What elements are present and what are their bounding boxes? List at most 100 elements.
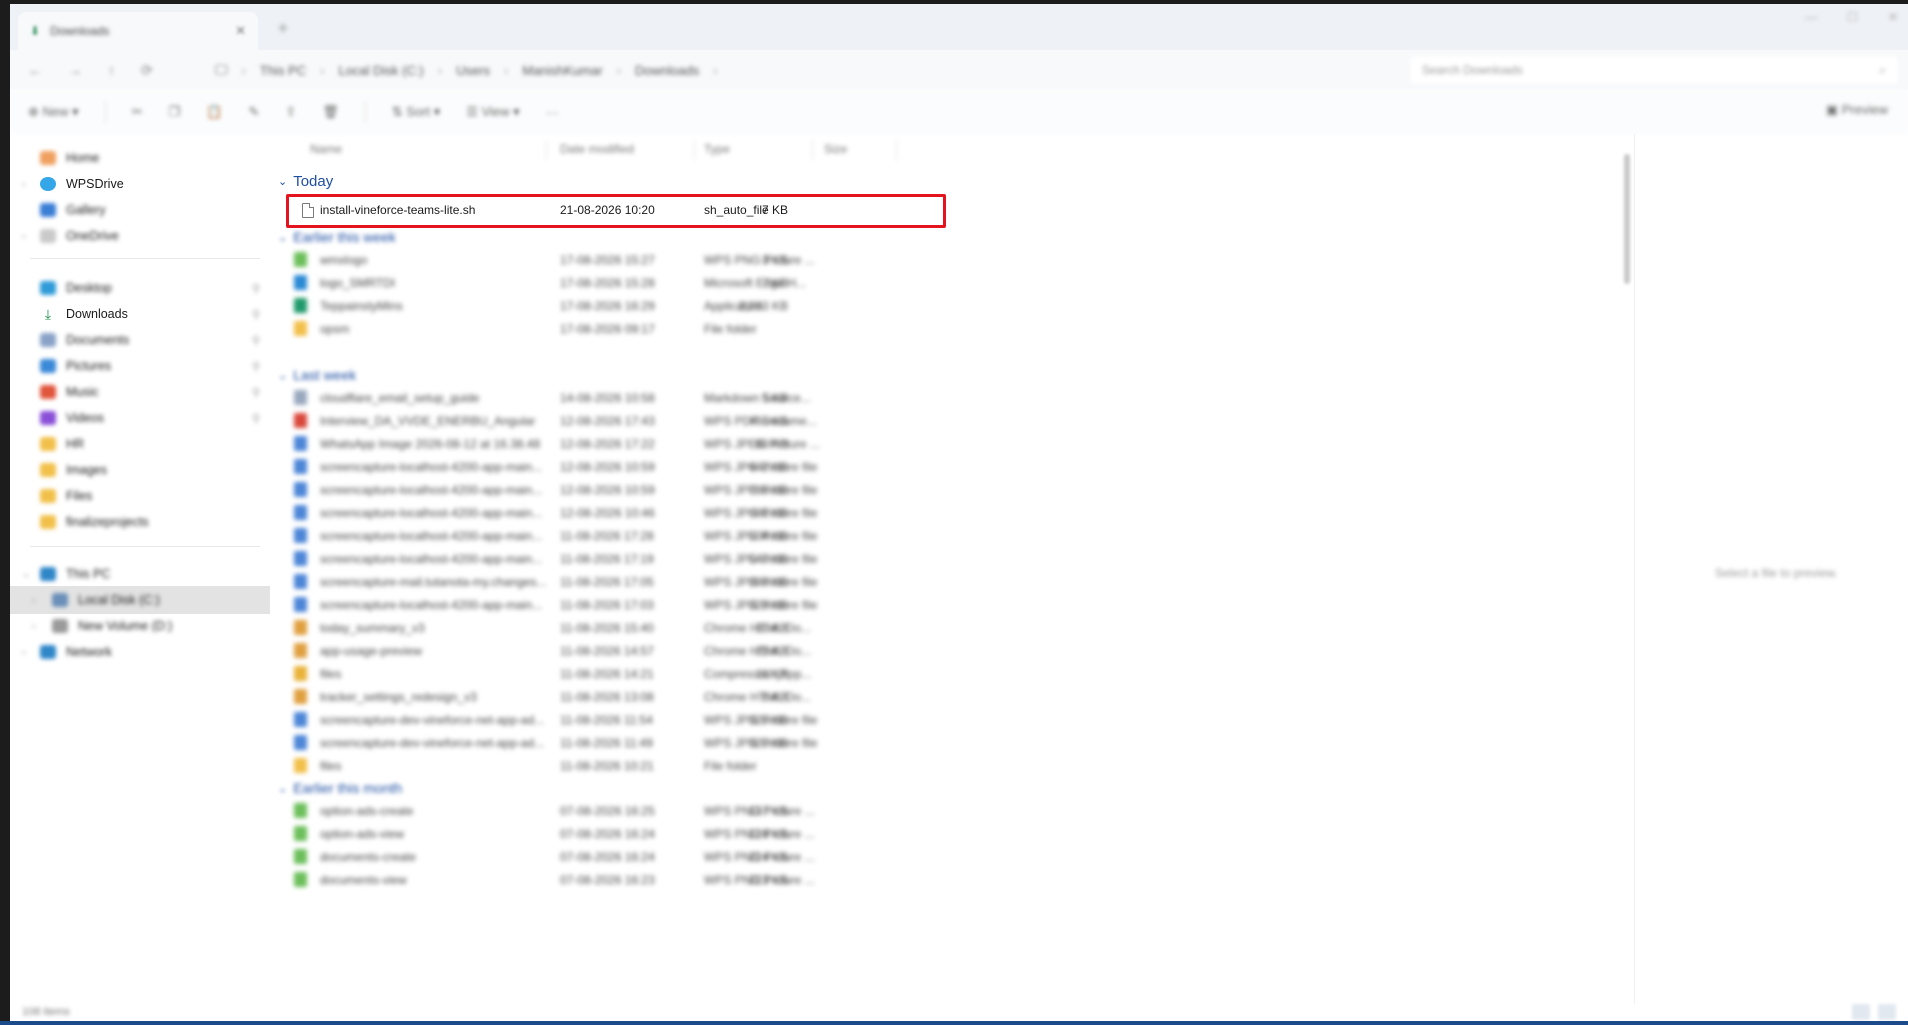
table-row[interactable]: screencapture-localhost-4200-app-main...… [274, 478, 1174, 502]
share-icon[interactable]: ⇪ [285, 104, 296, 120]
sidebar-item-onedrive[interactable]: › OneDrive [10, 222, 270, 250]
sidebar-item-network[interactable]: › Network [10, 638, 270, 666]
table-row[interactable]: TeppainstyMins 17-08-2026 16:29 Applicatio… [274, 294, 1174, 318]
back-button[interactable]: ← [28, 62, 42, 79]
plus-icon: ⊕ [28, 104, 39, 119]
table-row[interactable]: documents-view 07-08-2026 16:23 WPS PNG Pi… [274, 868, 1174, 892]
delete-icon[interactable]: 🗑 [322, 104, 339, 120]
sidebar-item-gallery[interactable]: Gallery [10, 196, 270, 224]
sidebar-item-home[interactable]: Home [10, 144, 270, 172]
table-row[interactable]: tracker_settings_redesign_v3 11-08-2026 1… [274, 685, 1174, 709]
table-row[interactable]: screencapture-localhost-4200-app-main...… [274, 501, 1174, 525]
table-row[interactable]: option-ads-view 07-08-2026 16:24 WPS PNG P… [274, 822, 1174, 846]
up-button[interactable]: ↑ [108, 62, 115, 79]
group-header-last-week[interactable]: ⌄ Last week [278, 364, 356, 386]
file-date: 11-08-2026 14:21 [560, 667, 654, 681]
table-row[interactable]: WhatsApp Image 2026-08-12 at 16.38.48 12-… [274, 432, 1174, 456]
table-row[interactable]: screencapture-mail.tutanota-my.changes..… [274, 570, 1174, 594]
table-row[interactable]: screencapture-localhost-4200-app-main...… [274, 455, 1174, 479]
sidebar-item-music[interactable]: Music ⚲ [10, 378, 270, 406]
sidebar-item-images[interactable]: Images [10, 456, 270, 484]
sidebar-item-label: WPSDrive [66, 177, 124, 191]
table-row[interactable]: wmxlogo 17-08-2026 15:27 WPS PNG Picture .… [274, 248, 1174, 272]
more-options-button[interactable]: ··· [546, 105, 559, 120]
sidebar-item-new-volume[interactable]: › New Volume (D:) [10, 612, 270, 640]
sort-button[interactable]: ⇅ Sort ▾ [392, 104, 441, 120]
cut-icon[interactable]: ✂ [132, 104, 143, 120]
sidebar-item-this-pc[interactable]: ⌄ This PC [10, 560, 270, 588]
sidebar-item-wpsdrive[interactable]: › WPSDrive [10, 170, 270, 198]
sidebar-item-pictures[interactable]: Pictures ⚲ [10, 352, 270, 380]
table-row[interactable]: option-ads-create 07-08-2026 16:25 WPS PNG… [274, 799, 1174, 823]
paste-icon[interactable]: 📋 [206, 104, 222, 120]
file-name: screencapture-localhost-4200-app-main... [320, 506, 543, 520]
tab-downloads[interactable]: ⬇ Downloads ✕ [18, 12, 258, 50]
file-name: WhatsApp Image 2026-08-12 at 16.38.48 [320, 437, 541, 451]
new-button[interactable]: ⊕ New ▾ [28, 104, 79, 120]
column-header-name[interactable]: Name [310, 142, 342, 156]
table-row[interactable]: screencapture-localhost-4200-app-main...… [274, 524, 1174, 548]
sidebar-item-videos[interactable]: Videos ⚲ [10, 404, 270, 432]
sidebar-item-downloads[interactable]: ⤓ Downloads ⚲ [10, 300, 270, 328]
new-tab-button[interactable]: + [270, 18, 296, 44]
folder-icon [40, 489, 56, 503]
view-button[interactable]: ☰ View ▾ [466, 104, 519, 120]
tiles-view-icon[interactable] [1878, 1004, 1896, 1020]
column-header-type[interactable]: Type [704, 142, 730, 156]
table-row[interactable]: install-vineforce-teams-lite.sh 21-08-20… [274, 198, 1174, 222]
table-row[interactable]: app-usage-preview 11-08-2026 14:57 Chrome … [274, 639, 1174, 663]
copy-icon[interactable]: ❐ [169, 104, 181, 120]
table-row[interactable]: today_summary_v3 11-08-2026 15:40 Chrome H… [274, 616, 1174, 640]
refresh-button[interactable]: ⟳ [141, 62, 153, 79]
breadcrumb[interactable]: 🖵 › This PC › Local Disk (C:) › Users › … [215, 56, 1405, 84]
search-input[interactable]: Search Downloads ⌕ [1410, 56, 1898, 84]
table-row[interactable]: files 11-08-2026 10:21 File folder [274, 754, 1174, 778]
breadcrumb-user[interactable]: ManishKumar [522, 63, 602, 78]
close-window-button[interactable]: ✕ [1888, 10, 1898, 24]
preview-button[interactable]: ▣ Preview [1826, 102, 1888, 118]
minimize-button[interactable]: — [1805, 10, 1817, 24]
table-row[interactable]: screencapture-dev-vineforce-net-app-ad..… [274, 731, 1174, 755]
file-date: 11-08-2026 11:49 [560, 736, 653, 750]
column-header-size[interactable]: Size [824, 142, 847, 156]
breadcrumb-downloads[interactable]: Downloads [635, 63, 699, 78]
details-view-icon[interactable] [1852, 1004, 1870, 1020]
table-row[interactable]: files 11-08-2026 14:21 Compressed (zipp...… [274, 662, 1174, 686]
group-header-today[interactable]: ⌄ Today [278, 170, 333, 192]
file-name: TeppainstyMins [320, 299, 403, 313]
forward-button[interactable]: → [68, 62, 82, 79]
close-tab-icon[interactable]: ✕ [235, 23, 246, 39]
table-row[interactable]: Interview_DA_VVDE_ENERBU_Angular 12-08-20… [274, 409, 1174, 433]
group-header-earlier-this-month[interactable]: ⌄ Earlier this month [278, 777, 402, 799]
maximize-button[interactable]: ☐ [1847, 10, 1858, 24]
column-header-date[interactable]: Date modified [560, 142, 634, 156]
group-header-earlier-this-week[interactable]: ⌄ Earlier this week [278, 226, 396, 248]
table-row[interactable]: documents-create 07-08-2026 16:24 WPS PNG … [274, 845, 1174, 869]
rename-icon[interactable]: ✎ [248, 104, 259, 120]
breadcrumb-local-disk[interactable]: Local Disk (C:) [338, 63, 423, 78]
table-row[interactable]: screencapture-localhost-4200-app-main...… [274, 547, 1174, 571]
scrollbar-thumb[interactable] [1624, 154, 1630, 284]
file-type: File folder [704, 322, 757, 336]
file-name: screencapture-dev-vineforce-net-app-ad..… [320, 713, 545, 727]
sidebar-item-documents[interactable]: Documents ⚲ [10, 326, 270, 354]
sidebar-item-local-disk[interactable]: › Local Disk (C:) [10, 586, 270, 614]
sidebar-item-hr[interactable]: HR [10, 430, 270, 458]
chevron-right-icon: › [504, 62, 509, 78]
divider [104, 101, 106, 123]
table-row[interactable]: logo_SMRTDI 17-08-2026 15:28 Microsoft Edg… [274, 271, 1174, 295]
search-icon: ⌕ [1879, 62, 1886, 77]
sidebar-item-desktop[interactable]: Desktop ⚲ [10, 274, 270, 302]
table-row[interactable]: screencapture-dev-vineforce-net-app-ad..… [274, 708, 1174, 732]
table-row[interactable]: cloudflare_email_setup_guide 14-08-2026 1… [274, 386, 1174, 410]
chevron-down-icon: ⌄ [278, 231, 288, 244]
file-icon [294, 849, 307, 864]
chevron-down-icon: ⌄ [278, 782, 288, 795]
breadcrumb-users[interactable]: Users [456, 63, 490, 78]
sidebar-item-finalizeprojects[interactable]: finalizeprojects [10, 508, 270, 536]
file-icon [294, 528, 307, 543]
breadcrumb-this-pc[interactable]: This PC [260, 63, 306, 78]
table-row[interactable]: screencapture-localhost-4200-app-main...… [274, 593, 1174, 617]
table-row[interactable]: opsm 17-08-2026 09:17 File folder [274, 317, 1174, 341]
sidebar-item-files[interactable]: Files [10, 482, 270, 510]
